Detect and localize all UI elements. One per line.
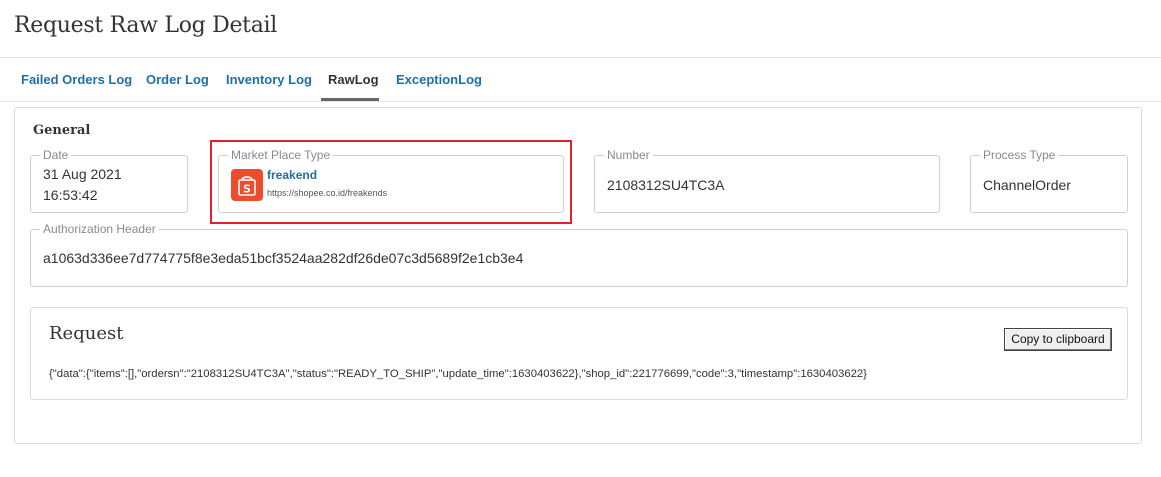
authorization-header-field: Authorization Header a1063d336ee7d774775… bbox=[30, 222, 1128, 287]
request-body: {"data":{"items":[],"ordersn":"2108312SU… bbox=[49, 368, 867, 380]
general-section-title: General bbox=[33, 123, 91, 138]
tab-failed-orders-log[interactable]: Failed Orders Log bbox=[21, 72, 132, 87]
request-title: Request bbox=[49, 323, 124, 344]
number-label: Number bbox=[604, 148, 653, 162]
number-value: 2108312SU4TC3A bbox=[607, 177, 725, 193]
tab-inventory-log[interactable]: Inventory Log bbox=[226, 72, 312, 87]
marketplace-highlight bbox=[210, 140, 572, 224]
time-value: 16:53:42 bbox=[43, 187, 98, 203]
date-value: 31 Aug 2021 bbox=[43, 166, 122, 182]
authorization-header-label: Authorization Header bbox=[40, 222, 159, 236]
tab-exceptionlog[interactable]: ExceptionLog bbox=[396, 72, 482, 87]
authorization-header-value: a1063d336ee7d774775f8e3eda51bcf3524aa282… bbox=[43, 250, 524, 266]
date-field: Date 31 Aug 2021 16:53:42 bbox=[30, 148, 188, 213]
process-type-field: Process Type ChannelOrder bbox=[970, 148, 1128, 213]
number-field: Number 2108312SU4TC3A bbox=[594, 148, 940, 213]
tab-bar: Failed Orders Log Order Log Inventory Lo… bbox=[0, 58, 1161, 102]
page-title: Request Raw Log Detail bbox=[14, 13, 278, 38]
tab-order-log[interactable]: Order Log bbox=[146, 72, 209, 87]
tabs-divider bbox=[0, 101, 1161, 102]
request-card: Request Copy to clipboard {"data":{"item… bbox=[30, 307, 1128, 400]
process-type-label: Process Type bbox=[980, 148, 1059, 162]
date-label: Date bbox=[40, 148, 72, 162]
process-type-value: ChannelOrder bbox=[983, 177, 1071, 193]
copy-to-clipboard-button[interactable]: Copy to clipboard bbox=[1004, 328, 1112, 351]
tab-rawlog[interactable]: RawLog bbox=[328, 72, 379, 87]
